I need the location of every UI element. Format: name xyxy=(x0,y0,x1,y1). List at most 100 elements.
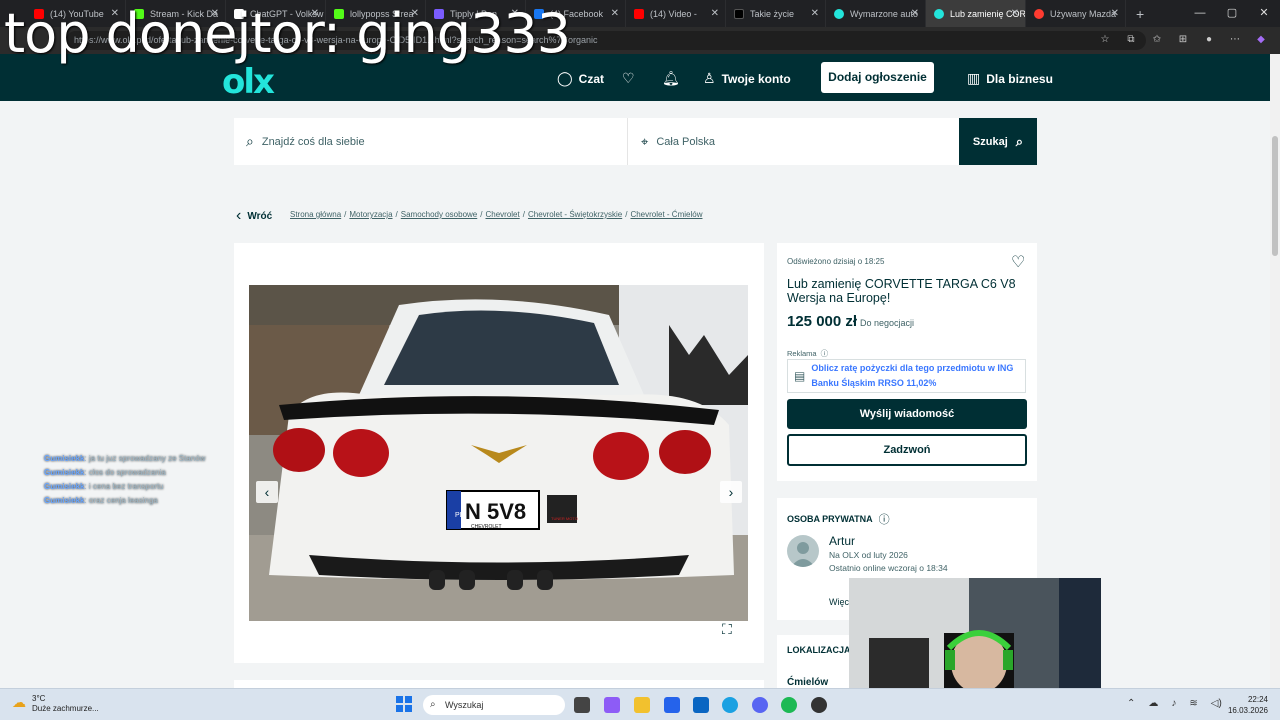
webcam-feed xyxy=(849,578,1101,688)
call-button[interactable]: Zadzwoń xyxy=(787,434,1027,466)
page-scrollbar[interactable] xyxy=(1270,54,1280,688)
plate-country: PL xyxy=(455,512,464,519)
clock[interactable]: 22:24 16.03.2026 xyxy=(1228,694,1268,716)
volume-icon[interactable]: ◁) xyxy=(1211,698,1222,709)
prev-photo-button[interactable]: ‹ xyxy=(256,481,278,503)
collections-icon[interactable]: ⊞ xyxy=(1176,33,1190,47)
task-view-icon[interactable] xyxy=(574,697,590,713)
minimize-button[interactable]: — xyxy=(1184,0,1216,27)
edge-icon[interactable] xyxy=(722,697,738,713)
account-link[interactable]: ♙ Twoje konto xyxy=(703,70,791,87)
close-icon[interactable]: ✕ xyxy=(811,8,819,19)
breadcrumb-item[interactable]: Samochody osobowe xyxy=(401,210,478,219)
favorite-star-icon[interactable]: ☆ xyxy=(1098,33,1112,47)
chat-user: Gumisiekk xyxy=(44,468,85,477)
browser-tab[interactable]: Takie życie ✕ xyxy=(726,0,826,27)
breadcrumb-item[interactable]: Strona główna xyxy=(290,210,341,219)
close-icon[interactable]: ✕ xyxy=(911,8,919,19)
car-photo[interactable]: PL N 5V8 CHEVROLET TUNER MOTO ‹ › xyxy=(249,285,748,621)
weather-desc: Duże zachmurze... xyxy=(32,704,99,713)
favorite-heart-icon[interactable]: ♡ xyxy=(1011,252,1025,272)
discord-icon[interactable] xyxy=(752,697,768,713)
breadcrumb-item[interactable]: Chevrolet - Świętokrzyskie xyxy=(528,210,622,219)
spotify-icon[interactable] xyxy=(781,697,797,713)
olx-logo[interactable]: olx xyxy=(222,62,275,102)
windows-start-icon[interactable] xyxy=(396,696,412,712)
browser-toolbar: ☆ ⧉ ✩ ⊞ ● ⋯ ◆ xyxy=(1098,33,1268,47)
store-icon[interactable] xyxy=(664,697,680,713)
breadcrumb-separator: / xyxy=(522,210,525,219)
breadcrumb-separator: / xyxy=(344,210,347,219)
favorites-icon[interactable]: ✩ xyxy=(1150,33,1164,47)
weather-widget[interactable]: ☁ 3°C Duże zachmurze... xyxy=(12,694,99,714)
scroll-thumb[interactable] xyxy=(1272,136,1278,256)
chat-link[interactable]: ◯ Czat xyxy=(557,70,604,87)
breadcrumb-item[interactable]: Chevrolet xyxy=(485,210,519,219)
otomoto-icon xyxy=(1034,8,1044,19)
extensions-icon[interactable]: ⧉ xyxy=(1124,33,1138,47)
corvette-image: PL N 5V8 CHEVROLET TUNER MOTO xyxy=(249,285,748,621)
location-input[interactable]: ⌖ Cała Polska xyxy=(629,118,959,165)
chat-label: Czat xyxy=(578,71,605,86)
browser-tab-active[interactable]: Lub zamienię COR ✕ xyxy=(926,0,1026,27)
close-icon[interactable]: ✕ xyxy=(1011,8,1019,19)
olx-icon xyxy=(834,8,844,19)
avatar xyxy=(787,535,819,567)
file-explorer-icon[interactable] xyxy=(634,697,650,713)
search-icon: ⌕ xyxy=(246,133,254,149)
close-icon[interactable]: ✕ xyxy=(611,8,619,19)
chevron-up-icon[interactable]: ⌃ xyxy=(1127,698,1135,709)
microphone-icon[interactable]: ♪ xyxy=(1171,698,1176,709)
browser-tab[interactable]: (14) Video - ✕ xyxy=(626,0,726,27)
more-icon[interactable]: ⋯ xyxy=(1228,33,1242,47)
send-message-button[interactable]: Wyślij wiadomość xyxy=(787,399,1027,429)
favorites-link[interactable]: ♡ xyxy=(622,70,635,87)
cloud-icon[interactable]: ☁ xyxy=(1148,698,1158,709)
system-tray: ⌃ ☁ ♪ ≋ ◁) xyxy=(1127,698,1222,709)
search-button[interactable]: Szukaj ⌕ xyxy=(959,118,1037,165)
browser-tab[interactable]: Używany Mazda ✕ xyxy=(1026,0,1126,27)
chat-text: : cłos do sprowadzania xyxy=(84,468,166,477)
close-icon[interactable]: ✕ xyxy=(1111,8,1119,19)
close-window-button[interactable]: ✕ xyxy=(1248,0,1280,27)
notifications-link[interactable]: 🔔︎ xyxy=(662,70,680,87)
license-plate: N 5V8 xyxy=(465,499,526,524)
next-photo-button[interactable]: › xyxy=(720,481,742,503)
bell-icon: 🔔︎ xyxy=(662,70,680,86)
windows-taskbar: ☁ 3°C Duże zachmurze... ⌕ Wyszukaj ⌃ ☁ ♪… xyxy=(0,688,1280,720)
chat-message: Gumisiekk: ja tu juz sprowadzany ze Stan… xyxy=(44,452,205,466)
seller-name[interactable]: Artur xyxy=(829,534,855,548)
breadcrumb-item[interactable]: Chevrolet - Ćmielów xyxy=(630,210,702,219)
search-input[interactable]: ⌕ Znajdź coś dla siebie xyxy=(234,118,628,165)
negotiable-label: Do negocjacji xyxy=(860,318,915,328)
close-icon[interactable]: ✕ xyxy=(711,8,719,19)
loan-text: Oblicz ratę pożyczki dla tego przedmiotu… xyxy=(811,363,1014,388)
loan-calculator-link[interactable]: ▤ Oblicz ratę pożyczki dla tego przedmio… xyxy=(787,359,1026,393)
info-icon[interactable]: ⓘ xyxy=(821,348,829,359)
copilot-app-icon[interactable] xyxy=(604,697,620,713)
chat-text: : oraz cenja leasinga xyxy=(84,496,158,505)
obs-icon[interactable] xyxy=(811,697,827,713)
copilot-icon[interactable]: ◆ xyxy=(1254,33,1268,47)
account-label: Twoje konto xyxy=(721,71,791,86)
chat-user: Gumisiekk xyxy=(44,454,85,463)
taskbar-search[interactable]: ⌕ Wyszukaj xyxy=(423,695,565,715)
new-tab-button[interactable]: + xyxy=(1136,6,1144,22)
tab-label: Wymarzone auto xyxy=(850,8,918,19)
breadcrumb-item[interactable]: Motoryzacja xyxy=(349,210,392,219)
fullscreen-icon[interactable]: ⛶ xyxy=(722,621,732,638)
info-icon[interactable]: ⓘ xyxy=(879,511,890,527)
search-icon: ⌕ xyxy=(1015,133,1024,149)
profile-icon[interactable]: ● xyxy=(1202,33,1216,47)
browser-tab[interactable]: Wymarzone auto ✕ xyxy=(826,0,926,27)
stream-chat-overlay: Gumisiekk: ja tu juz sprowadzany ze Stan… xyxy=(44,452,205,508)
outlook-icon[interactable] xyxy=(693,697,709,713)
maximize-button[interactable]: ▢ xyxy=(1216,0,1248,27)
wifi-icon[interactable]: ≋ xyxy=(1189,698,1197,709)
post-ad-button[interactable]: Dodaj ogłoszenie xyxy=(821,62,934,93)
chevron-left-icon: ‹ xyxy=(264,484,270,500)
chevron-right-icon: › xyxy=(728,484,734,500)
business-link[interactable]: ▥ Dla biznesu xyxy=(967,70,1053,87)
back-link[interactable]: ‹ Wróć xyxy=(236,207,272,225)
seller-last-online: Ostatnio online wczoraj o 18:34 xyxy=(829,563,948,573)
